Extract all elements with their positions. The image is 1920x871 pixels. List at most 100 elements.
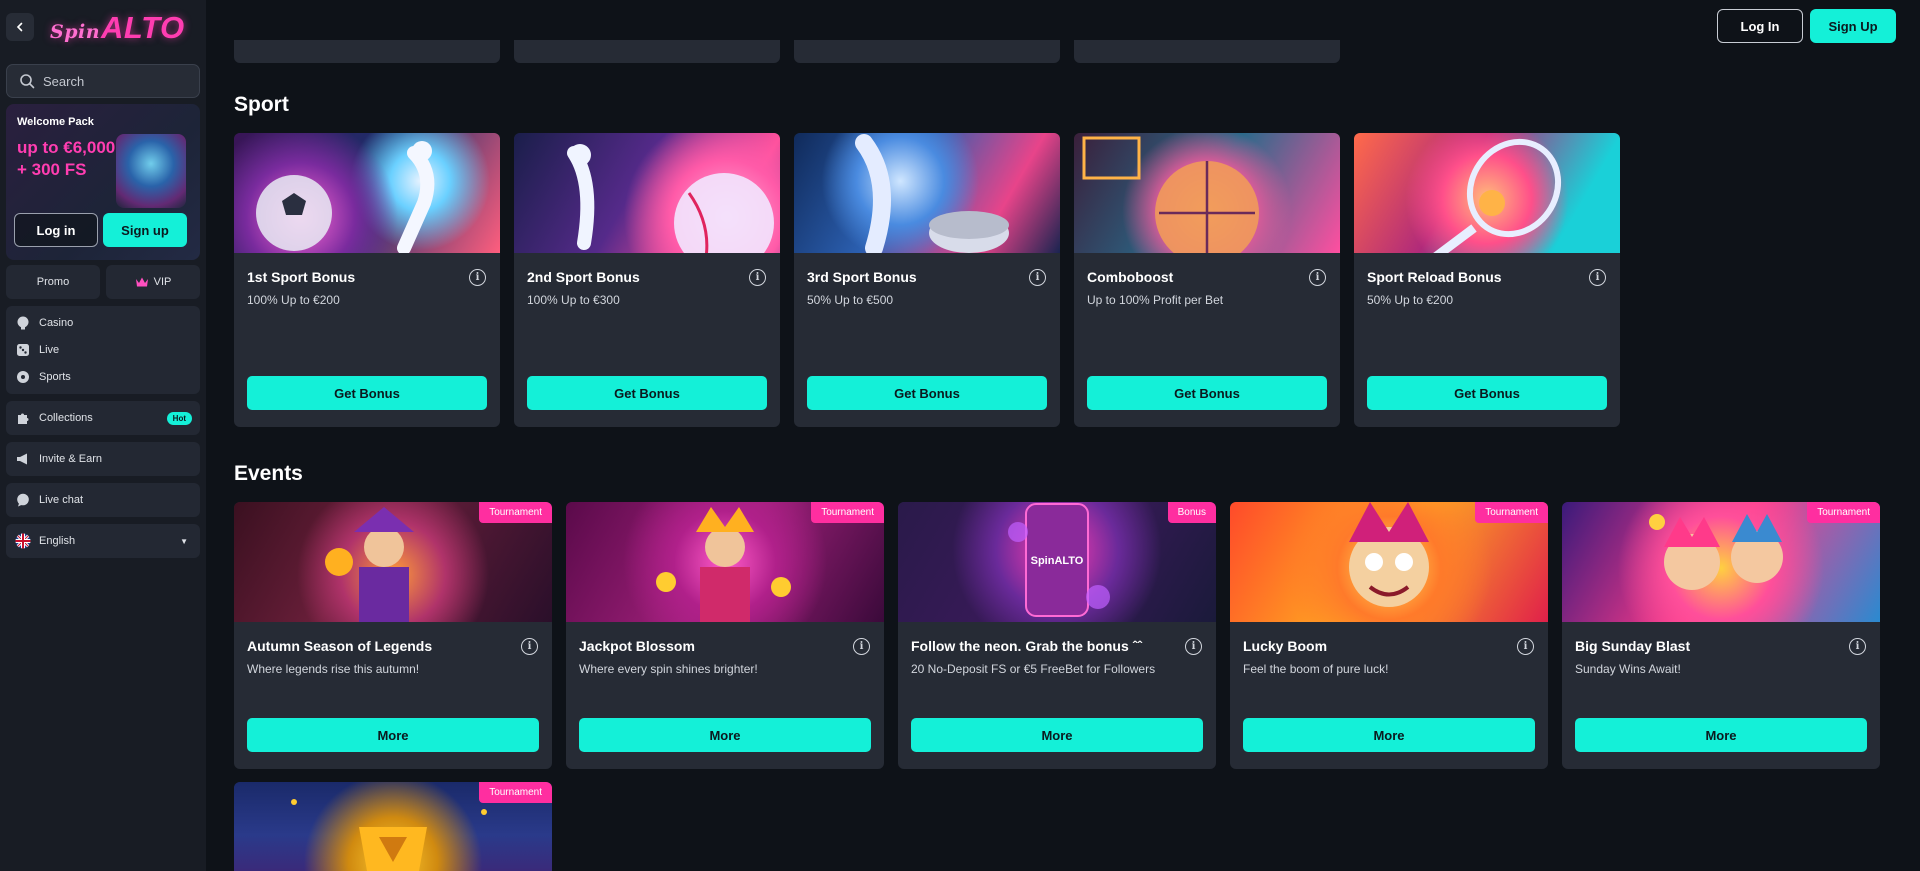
event-card[interactable]: Tournament Lucky Boom Feel the boom of p… <box>1230 502 1548 769</box>
sport-card-image <box>1354 133 1620 253</box>
more-button[interactable]: More <box>911 718 1203 752</box>
card-partial <box>234 40 500 63</box>
language-row: English ▼ <box>6 528 200 555</box>
sport-card[interactable]: 3rd Sport Bonus 50% Up to €500 i Get Bon… <box>794 133 1060 427</box>
sport-card-image <box>1074 133 1340 253</box>
sidebar-item-live[interactable]: Live <box>6 336 200 363</box>
dice-icon <box>15 342 31 358</box>
sport-card[interactable]: Comboboost Up to 100% Profit per Bet i G… <box>1074 133 1340 427</box>
info-icon[interactable]: i <box>1185 638 1202 655</box>
events-section-title: Events <box>234 462 303 485</box>
event-card-subtitle: 20 No-Deposit FS or €5 FreeBet for Follo… <box>911 662 1156 676</box>
get-bonus-button[interactable]: Get Bonus <box>807 376 1047 410</box>
language-select[interactable]: English ▼ <box>6 524 200 558</box>
ball-icon <box>15 369 31 385</box>
sport-section-title: Sport <box>234 93 289 116</box>
sport-card-title: 3rd Sport Bonus <box>807 269 917 285</box>
promo-button[interactable]: Promo <box>6 265 100 299</box>
event-card-title: Jackpot Blossom <box>579 638 695 654</box>
sport-card-image <box>514 133 780 253</box>
tournament-tag: Tournament <box>479 502 552 523</box>
sidebar-signup-button[interactable]: Sign up <box>103 213 187 247</box>
sidebar-item-casino[interactable]: Casino <box>6 309 200 336</box>
event-card-subtitle: Where legends rise this autumn! <box>247 662 420 676</box>
casino-icon <box>15 315 31 331</box>
sport-card-subtitle: 50% Up to €200 <box>1367 293 1454 307</box>
collapse-sidebar-button[interactable] <box>6 13 34 41</box>
get-bonus-button[interactable]: Get Bonus <box>1367 376 1607 410</box>
event-card[interactable]: SpinALTO Bonus Follow the neon. Grab the… <box>898 502 1216 769</box>
main-nav: Casino Live Sports <box>6 306 200 394</box>
sport-card-title: 1st Sport Bonus <box>247 269 356 285</box>
collections-item[interactable]: Collections Hot <box>6 401 200 435</box>
sidebar-item-sports[interactable]: Sports <box>6 363 200 390</box>
chevron-left-icon <box>16 22 23 32</box>
vip-button[interactable]: VIP <box>106 265 200 299</box>
get-bonus-button[interactable]: Get Bonus <box>527 376 767 410</box>
info-icon[interactable]: i <box>1849 638 1866 655</box>
info-icon[interactable]: i <box>853 638 870 655</box>
info-icon[interactable]: i <box>1029 269 1046 286</box>
card-partial <box>794 40 1060 63</box>
sidebar-login-button[interactable]: Log in <box>14 213 98 247</box>
sport-card-subtitle: 100% Up to €200 <box>247 293 340 307</box>
info-icon[interactable]: i <box>1589 269 1606 286</box>
info-icon[interactable]: i <box>521 638 538 655</box>
invite-earn-item[interactable]: Invite & Earn <box>6 442 200 476</box>
chat-icon <box>15 492 31 508</box>
info-icon[interactable]: i <box>469 269 486 286</box>
more-button[interactable]: More <box>1243 718 1535 752</box>
tournament-tag: Tournament <box>1475 502 1548 523</box>
event-card-subtitle: Where every spin shines brighter! <box>579 662 758 676</box>
card-partial <box>1074 40 1340 63</box>
tournament-tag: Tournament <box>479 782 552 803</box>
event-card[interactable]: Tournament Jackpot Blossom Where every s… <box>566 502 884 769</box>
tournament-tag: Tournament <box>1807 502 1880 523</box>
more-button[interactable]: More <box>1575 718 1867 752</box>
caret-down-icon: ▼ <box>180 536 188 546</box>
sport-card[interactable]: 1st Sport Bonus 100% Up to €200 i Get Bo… <box>234 133 500 427</box>
event-card[interactable]: Tournament Autumn Season of Legends Wher… <box>234 502 552 769</box>
get-bonus-button[interactable]: Get Bonus <box>247 376 487 410</box>
sidebar: SpinALTO Search Welcome Pack up to €6,00… <box>0 0 206 871</box>
event-card-subtitle: Feel the boom of pure luck! <box>1243 662 1389 676</box>
megaphone-icon <box>15 451 31 467</box>
more-button[interactable]: More <box>579 718 871 752</box>
svg-text:SpinALTO: SpinALTO <box>1031 555 1084 567</box>
collections-row: Collections Hot <box>6 405 200 432</box>
sport-card[interactable]: Sport Reload Bonus 50% Up to €200 i Get … <box>1354 133 1620 427</box>
sport-card-image <box>234 133 500 253</box>
event-card-title: Follow the neon. Grab the bonus ˆˆ <box>911 638 1142 654</box>
event-card[interactable]: Tournament Big Sunday Blast Sunday Wins … <box>1562 502 1880 769</box>
sidebar-header: SpinALTO <box>6 8 200 46</box>
promo-vip-row: Promo VIP <box>6 265 200 299</box>
sport-card[interactable]: 2nd Sport Bonus 100% Up to €300 i Get Bo… <box>514 133 780 427</box>
event-card-title: Big Sunday Blast <box>1575 638 1691 654</box>
event-card[interactable]: Tournament <box>234 782 552 871</box>
welcome-pack-banner[interactable]: Welcome Pack up to €6,000 + 300 FS Log i… <box>6 104 200 260</box>
tournament-tag: Tournament <box>811 502 884 523</box>
event-card-title: Lucky Boom <box>1243 638 1328 654</box>
sport-card-subtitle: 50% Up to €500 <box>807 293 894 307</box>
sport-card-subtitle: 100% Up to €300 <box>527 293 620 307</box>
logo[interactable]: SpinALTO <box>50 12 185 43</box>
info-icon[interactable]: i <box>1309 269 1326 286</box>
sport-card-image <box>794 133 1060 253</box>
info-icon[interactable]: i <box>1517 638 1534 655</box>
invite-earn-row: Invite & Earn <box>6 446 102 473</box>
live-chat-item[interactable]: Live chat <box>6 483 200 517</box>
sport-card-subtitle: Up to 100% Profit per Bet <box>1087 293 1224 307</box>
sport-card-title: Comboboost <box>1087 269 1174 285</box>
event-card-title: Autumn Season of Legends <box>247 638 433 654</box>
puzzle-icon <box>15 410 31 426</box>
header-signup-button[interactable]: Sign Up <box>1810 9 1896 43</box>
sport-card-title: 2nd Sport Bonus <box>527 269 640 285</box>
info-icon[interactable]: i <box>749 269 766 286</box>
welcome-pack-image <box>116 134 186 208</box>
get-bonus-button[interactable]: Get Bonus <box>1087 376 1327 410</box>
search-input[interactable]: Search <box>6 64 200 98</box>
welcome-pack-amount: up to €6,000 + 300 FS <box>17 138 116 179</box>
bonus-tag: Bonus <box>1167 502 1216 523</box>
header-login-button[interactable]: Log In <box>1717 9 1803 43</box>
more-button[interactable]: More <box>247 718 539 752</box>
